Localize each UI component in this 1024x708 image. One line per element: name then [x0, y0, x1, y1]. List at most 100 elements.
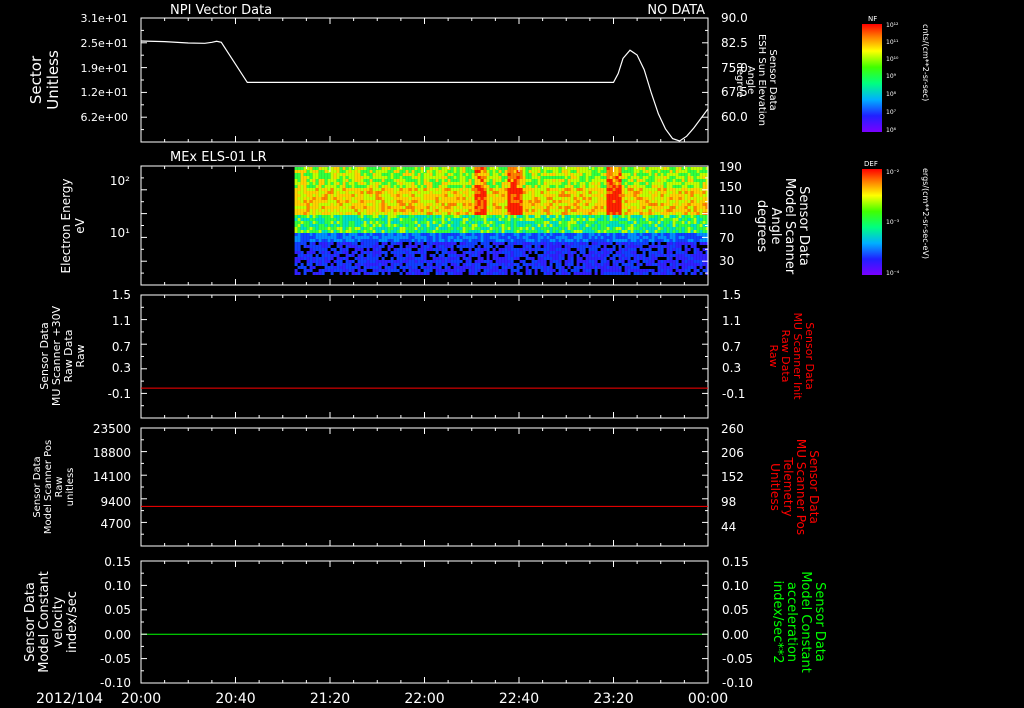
heatmap-cell	[435, 185, 439, 188]
heatmap-cell	[294, 251, 298, 254]
heatmap-cell	[519, 176, 523, 179]
heatmap-cell	[552, 170, 556, 173]
heatmap-cell	[351, 221, 355, 224]
heatmap-cell	[348, 215, 352, 218]
heatmap-cell	[363, 194, 367, 197]
heatmap-cell	[603, 245, 607, 248]
heatmap-cell	[492, 266, 496, 269]
heatmap-cell	[552, 221, 556, 224]
heatmap-cell	[615, 167, 619, 170]
heatmap-cell	[399, 242, 403, 245]
heatmap-cell	[540, 260, 544, 263]
heatmap-cell	[636, 218, 640, 221]
heatmap-cell	[693, 209, 697, 212]
heatmap-cell	[459, 242, 463, 245]
heatmap-cell	[693, 212, 697, 215]
y-tick-label: 152	[721, 470, 744, 484]
heatmap-cell	[375, 179, 379, 182]
heatmap-cell	[369, 188, 373, 191]
heatmap-cell	[675, 191, 679, 194]
heatmap-cell	[537, 206, 541, 209]
heatmap-cell	[510, 215, 514, 218]
heatmap-cell	[474, 170, 478, 173]
heatmap-cell	[582, 269, 586, 272]
heatmap-cell	[354, 203, 358, 206]
heatmap-cell	[297, 257, 301, 260]
heatmap-cell	[360, 260, 364, 263]
heatmap-cell	[309, 176, 313, 179]
heatmap-cell	[558, 188, 562, 191]
heatmap-cell	[531, 167, 535, 170]
heatmap-cell	[447, 191, 451, 194]
heatmap-cell	[516, 269, 520, 272]
heatmap-cell	[468, 209, 472, 212]
heatmap-cell	[609, 224, 613, 227]
heatmap-cell	[408, 191, 412, 194]
heatmap-cell	[543, 263, 547, 266]
heatmap-cell	[411, 263, 415, 266]
heatmap-cell	[579, 236, 583, 239]
heatmap-cell	[537, 221, 541, 224]
heatmap-cell	[474, 230, 478, 233]
heatmap-cell	[294, 248, 298, 251]
heatmap-cell	[690, 209, 694, 212]
heatmap-cell	[648, 227, 652, 230]
heatmap-cell	[594, 236, 598, 239]
heatmap-cell	[480, 212, 484, 215]
heatmap-cell	[339, 227, 343, 230]
heatmap-cell	[453, 182, 457, 185]
heatmap-cell	[567, 200, 571, 203]
heatmap-cell	[444, 230, 448, 233]
heatmap-cell	[414, 194, 418, 197]
heatmap-cell	[648, 191, 652, 194]
heatmap-cell	[327, 194, 331, 197]
heatmap-cell	[588, 176, 592, 179]
heatmap-cell	[600, 194, 604, 197]
heatmap-cell	[648, 233, 652, 236]
heatmap-cell	[378, 266, 382, 269]
heatmap-cell	[393, 203, 397, 206]
heatmap-cell	[531, 230, 535, 233]
heatmap-cell	[549, 248, 553, 251]
heatmap-cell	[648, 179, 652, 182]
heatmap-cell	[603, 173, 607, 176]
heatmap-cell	[627, 200, 631, 203]
heatmap-cell	[486, 257, 490, 260]
heatmap-cell	[375, 188, 379, 191]
heatmap-cell	[600, 179, 604, 182]
heatmap-cell	[594, 197, 598, 200]
heatmap-cell	[564, 251, 568, 254]
heatmap-cell	[429, 176, 433, 179]
heatmap-cell	[336, 203, 340, 206]
heatmap-cell	[486, 260, 490, 263]
heatmap-cell	[639, 224, 643, 227]
heatmap-cell	[615, 230, 619, 233]
axis-label-line: Unitless	[44, 50, 62, 110]
heatmap-cell	[561, 176, 565, 179]
heatmap-cell	[429, 245, 433, 248]
heatmap-cell	[498, 218, 502, 221]
heatmap-cell	[570, 191, 574, 194]
heatmap-cell	[312, 179, 316, 182]
heatmap-cell	[675, 227, 679, 230]
heatmap-cell	[495, 188, 499, 191]
heatmap-cell	[606, 185, 610, 188]
heatmap-cell	[324, 224, 328, 227]
heatmap-cell	[642, 227, 646, 230]
heatmap-cell	[483, 170, 487, 173]
heatmap-cell	[681, 236, 685, 239]
heatmap-cell	[531, 203, 535, 206]
heatmap-cell	[654, 185, 658, 188]
heatmap-cell	[306, 224, 310, 227]
heatmap-cell	[621, 206, 625, 209]
heatmap-cell	[402, 179, 406, 182]
heatmap-cell	[369, 182, 373, 185]
heatmap-cell	[606, 263, 610, 266]
heatmap-cell	[696, 269, 700, 272]
heatmap-cell	[357, 221, 361, 224]
heatmap-cell	[378, 221, 382, 224]
heatmap-cell	[600, 224, 604, 227]
heatmap-cell	[558, 245, 562, 248]
heatmap-cell	[330, 257, 334, 260]
heatmap-cell	[525, 200, 529, 203]
